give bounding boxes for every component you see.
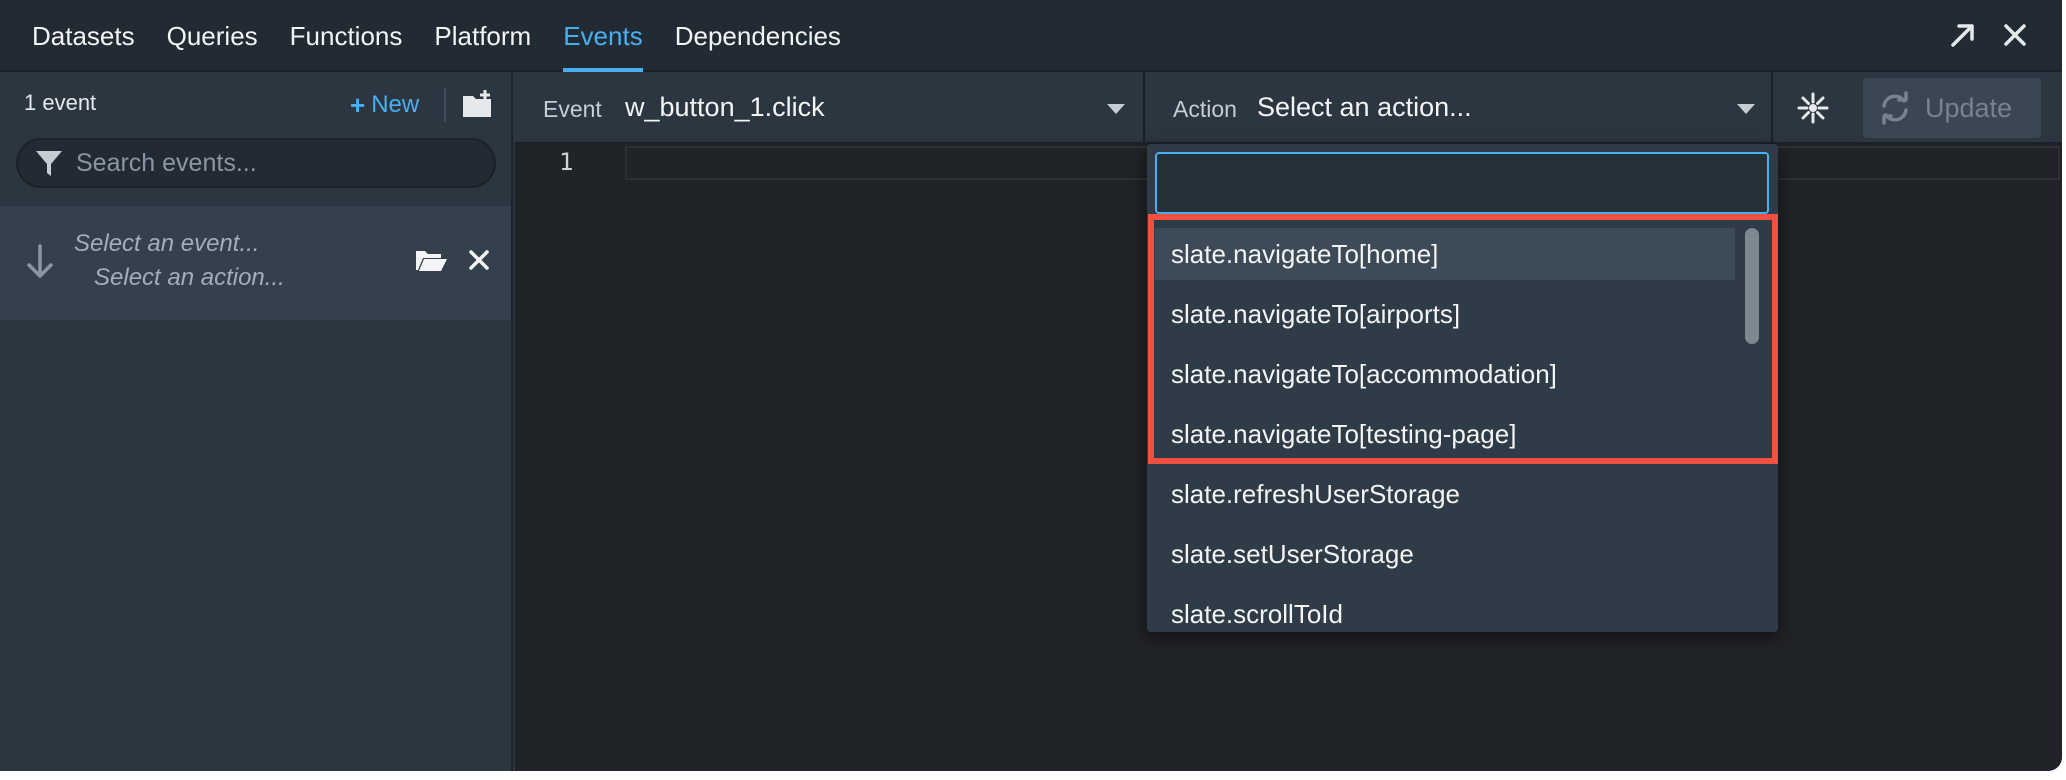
new-folder-icon[interactable] xyxy=(460,88,494,122)
delete-event-icon[interactable] xyxy=(464,242,494,276)
action-select-label: Action xyxy=(1173,96,1237,122)
chevron-down-icon xyxy=(1107,104,1125,114)
event-placeholder: Select an event... xyxy=(74,230,260,257)
filter-icon xyxy=(36,151,62,176)
folder-open-icon[interactable] xyxy=(414,242,448,276)
search-events-input[interactable] xyxy=(66,148,494,178)
line-number: 1 xyxy=(559,148,574,176)
action-option[interactable]: slate.navigateTo[testing-page] xyxy=(1155,408,1735,460)
event-count: 1 event xyxy=(24,90,97,115)
event-select-label: Event xyxy=(543,96,602,122)
settings-icon[interactable] xyxy=(1793,88,1833,128)
action-placeholder: Select an action... xyxy=(94,264,285,291)
action-option[interactable]: slate.scrollToId xyxy=(1155,588,1735,632)
tab-queries[interactable]: Queries xyxy=(151,0,274,72)
divider xyxy=(444,88,446,122)
tab-datasets[interactable]: Datasets xyxy=(0,0,151,72)
close-icon[interactable] xyxy=(1996,16,2034,54)
expand-icon[interactable] xyxy=(1944,16,1982,54)
action-option[interactable]: slate.navigateTo[home] xyxy=(1155,228,1735,280)
top-nav: Datasets Queries Functions Platform Even… xyxy=(0,0,2062,72)
new-event-label: New xyxy=(371,91,420,118)
tab-events[interactable]: Events xyxy=(547,0,659,72)
event-list-item[interactable]: Select an event... Select an action... xyxy=(0,206,511,320)
refresh-icon xyxy=(1882,91,1908,125)
arrow-down-icon xyxy=(27,244,53,278)
chevron-down-icon xyxy=(1737,104,1755,114)
action-select-value: Select an action... xyxy=(1257,92,1472,122)
events-sidebar: 1 event + New Select an event... Select … xyxy=(0,72,513,771)
action-option[interactable]: slate.navigateTo[airports] xyxy=(1155,288,1735,340)
event-select[interactable]: Event w_button_1.click xyxy=(515,72,1145,144)
search-events-field[interactable] xyxy=(16,138,496,188)
action-select[interactable]: Action Select an action... xyxy=(1147,72,1773,144)
dropdown-scrollbar[interactable] xyxy=(1745,228,1759,344)
action-option[interactable]: slate.setUserStorage xyxy=(1155,528,1735,580)
action-option[interactable]: slate.refreshUserStorage xyxy=(1155,468,1735,520)
new-event-button[interactable]: + New xyxy=(350,86,419,124)
app-window: Datasets Queries Functions Platform Even… xyxy=(0,0,2062,771)
action-option[interactable]: slate.navigateTo[accommodation] xyxy=(1155,348,1735,400)
update-label: Update xyxy=(1925,92,2013,123)
update-button[interactable]: Update xyxy=(1863,78,2041,138)
plus-icon: + xyxy=(350,89,366,120)
sidebar-header: 1 event + New xyxy=(0,72,511,142)
tab-dependencies[interactable]: Dependencies xyxy=(659,0,857,72)
tab-bar: Datasets Queries Functions Platform Even… xyxy=(0,0,857,72)
action-search-input[interactable] xyxy=(1157,154,1767,212)
event-select-value: w_button_1.click xyxy=(625,92,825,122)
action-dropdown: slate.navigateTo[home] slate.navigateTo[… xyxy=(1147,144,1778,632)
tab-platform[interactable]: Platform xyxy=(418,0,547,72)
tab-functions[interactable]: Functions xyxy=(274,0,419,72)
event-action-bar: Event w_button_1.click Action Select an … xyxy=(515,72,2062,144)
window-controls xyxy=(1944,16,2034,54)
action-search-field[interactable] xyxy=(1155,152,1769,214)
